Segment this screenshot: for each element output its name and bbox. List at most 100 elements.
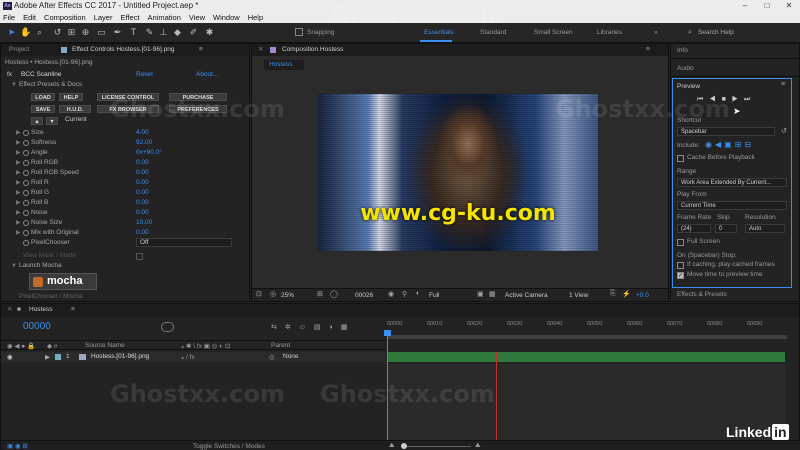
include-overlays-icon[interactable]: ▣ — [724, 140, 735, 149]
expand-param-icon[interactable]: ▶ — [16, 138, 21, 148]
exposure-value[interactable]: +0.0 — [636, 292, 649, 299]
color-channel-icon[interactable]: ◐ — [416, 290, 420, 297]
expand-param-icon[interactable]: ▶ — [16, 208, 21, 218]
roto-brush-tool-icon[interactable]: ✐ — [188, 27, 199, 38]
type-tool-icon[interactable]: T — [128, 27, 139, 38]
param-value[interactable]: 0.00 — [136, 158, 149, 168]
preset-down-icon[interactable]: ▼ — [46, 117, 58, 125]
stopwatch-icon[interactable] — [23, 180, 29, 186]
workspace-standard[interactable]: Standard — [480, 29, 506, 36]
shortcut-select[interactable]: Spacebar — [677, 127, 775, 136]
if-caching-checkbox[interactable] — [677, 262, 684, 269]
effects-presets-tab[interactable]: Effects & Presets — [677, 291, 727, 298]
footer-toggle-icons[interactable]: ▣ ◉ ⊞ — [7, 442, 28, 450]
close-timeline-icon[interactable]: ✕ — [7, 304, 12, 316]
effect-param-row[interactable]: ▶ Noise 0.00 — [1, 208, 251, 218]
stopwatch-icon[interactable] — [23, 210, 29, 216]
param-value[interactable]: 0.00 — [136, 228, 149, 238]
resolution-select[interactable]: Auto — [745, 224, 785, 233]
puppet-tool-icon[interactable]: ✱ — [204, 27, 215, 38]
menu-composition[interactable]: Composition — [44, 12, 86, 23]
parent-select[interactable]: None — [283, 353, 299, 360]
tab-effect-controls[interactable]: Effect Controls Hostess.[01-96].png — [72, 44, 175, 56]
hide-shy-layers-icon[interactable]: ☺ — [299, 324, 314, 331]
draft-3d-icon[interactable]: ✲ — [285, 324, 299, 331]
workspace-libraries[interactable]: Libraries — [597, 29, 622, 36]
audio-panel-tab[interactable]: Audio — [677, 65, 694, 72]
toggle-switches-modes[interactable]: Toggle Switches / Modes — [193, 443, 265, 450]
menu-effect[interactable]: Effect — [120, 12, 139, 23]
menu-layer[interactable]: Layer — [94, 12, 113, 23]
reset-shortcut-icon[interactable]: ↺ — [781, 127, 787, 135]
stopwatch-icon[interactable] — [23, 150, 29, 156]
effect-param-row[interactable]: ▶ Roll G 0.00 — [1, 188, 251, 198]
stopwatch-icon[interactable] — [23, 130, 29, 136]
last-frame-icon[interactable]: ⏭ — [744, 96, 756, 103]
menu-view[interactable]: View — [189, 12, 205, 23]
zoom-slider-thumb[interactable] — [401, 443, 407, 449]
close-tab-icon[interactable]: ✕ — [258, 44, 263, 56]
param-value[interactable]: 0x+90.0° — [136, 148, 162, 158]
transparency-grid-icon[interactable]: ▦ — [489, 290, 496, 298]
expand-param-icon[interactable]: ▶ — [16, 148, 21, 158]
mask-visibility-icon[interactable]: ◯ — [330, 290, 338, 298]
hand-tool-icon[interactable]: ✋ — [20, 27, 31, 38]
minimize-icon[interactable]: – — [734, 0, 756, 12]
layer-row[interactable]: ◉ ▶ 1 Hostess.[01-96].png ⁎ / fx ◎ None — [1, 352, 386, 362]
effect-presets-row[interactable]: ▼ Effect Presets & Docs — [1, 80, 251, 90]
menu-help[interactable]: Help — [248, 12, 263, 23]
reset-link[interactable]: Reset — [136, 70, 153, 80]
eraser-tool-icon[interactable]: ◆ — [172, 27, 183, 38]
load-button[interactable]: LOAD — [31, 93, 55, 101]
graph-editor-icon[interactable]: ▦ — [341, 324, 356, 331]
expand-param-icon[interactable]: ▶ — [16, 218, 21, 228]
stopwatch-icon[interactable] — [23, 220, 29, 226]
param-value[interactable]: 0.00 — [136, 178, 149, 188]
show-snapshot-icon[interactable]: ⚲ — [402, 290, 407, 298]
cache-before-playback-checkbox[interactable] — [677, 155, 684, 162]
close-icon[interactable]: ✕ — [778, 0, 800, 12]
include-external-icon[interactable]: ⊟ — [744, 140, 754, 149]
maximize-icon[interactable]: □ — [756, 0, 778, 12]
menu-file[interactable]: File — [3, 12, 15, 23]
effect-param-row[interactable]: ▶ Mix with Original 0.00 — [1, 228, 251, 238]
param-value[interactable]: 4.00 — [136, 128, 149, 138]
toggle-pixel-aspect-icon[interactable]: ⎘ — [610, 290, 616, 298]
info-panel-tab[interactable]: Info — [677, 47, 688, 54]
effect-param-row[interactable]: ▶PixelChooserOff — [1, 238, 251, 248]
workspace-essentials[interactable]: Essentials — [424, 29, 454, 36]
full-screen-checkbox[interactable] — [677, 239, 684, 246]
expand-param-icon[interactable]: ▶ — [16, 198, 21, 208]
always-preview-icon[interactable]: ⊡ — [256, 290, 262, 298]
timeline-menu-icon[interactable]: ≡ — [71, 304, 75, 316]
motion-blur-icon[interactable]: ◑ — [329, 324, 341, 331]
effect-param-row[interactable]: ▶ Angle 0x+90.0° — [1, 148, 251, 158]
include-audio-icon[interactable]: ◀ — [715, 140, 724, 149]
param-value[interactable]: Off — [136, 238, 232, 247]
playhead-handle[interactable] — [384, 330, 391, 336]
stopwatch-icon[interactable] — [23, 240, 29, 246]
param-value[interactable]: 92.00 — [136, 138, 152, 148]
menu-edit[interactable]: Edit — [23, 12, 36, 23]
parent-pickwhip-icon[interactable]: ◎ — [269, 353, 275, 361]
grid-icon[interactable]: ⊞ — [317, 290, 323, 298]
region-of-interest-icon[interactable]: ▣ — [477, 290, 484, 298]
work-area-bar[interactable] — [387, 335, 787, 339]
stopwatch-icon[interactable] — [23, 230, 29, 236]
param-value[interactable]: 10.00 — [136, 218, 152, 228]
pen-tool-icon[interactable]: ✒ — [112, 27, 123, 38]
preview-menu-icon[interactable]: ≡ — [781, 81, 785, 88]
stopwatch-icon[interactable] — [23, 200, 29, 206]
include-layer-controls-icon[interactable]: ⊞ — [735, 140, 745, 149]
effect-param-row[interactable]: ▶ Roll RGB 0.00 — [1, 158, 251, 168]
pan-behind-tool-icon[interactable]: ⊕ — [80, 27, 91, 38]
tab-project[interactable]: Project — [9, 44, 29, 56]
rotate-tool-icon[interactable]: ↺ — [52, 27, 63, 38]
tab-composition[interactable]: Composition Hostess — [282, 44, 343, 56]
workspace-small-screen[interactable]: Small Screen — [534, 29, 573, 36]
zoom-out-icon[interactable]: ⛰ — [389, 442, 394, 450]
zoom-level[interactable]: 25% — [281, 292, 294, 299]
help-button[interactable]: HELP — [59, 93, 83, 101]
camera-tool-icon[interactable]: ⊞ — [66, 27, 77, 38]
tab-timeline-hostess[interactable]: Hostess — [29, 304, 52, 316]
